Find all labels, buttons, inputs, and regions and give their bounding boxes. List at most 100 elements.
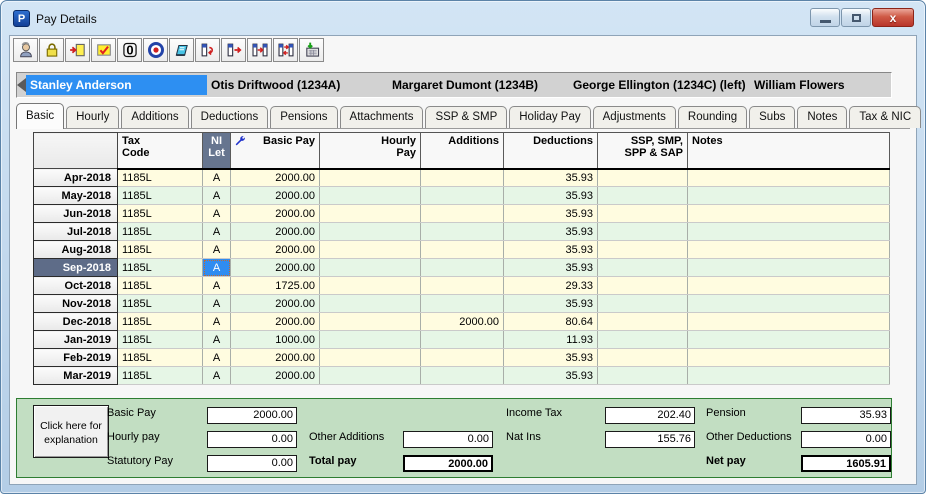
basic-pay-cell[interactable]: 2000.00 xyxy=(231,313,320,331)
notes-cell[interactable] xyxy=(688,277,890,295)
ni-letter-cell[interactable]: A xyxy=(203,331,231,349)
tab[interactable]: Tax & NIC xyxy=(849,106,921,128)
deductions-cell[interactable]: 35.93 xyxy=(504,205,598,223)
additions-cell[interactable] xyxy=(421,187,504,205)
income-tax-field[interactable]: 202.40 xyxy=(605,407,695,424)
tab[interactable]: Rounding xyxy=(678,106,747,128)
tab[interactable]: Pensions xyxy=(270,106,337,128)
ni-letter-cell[interactable]: A xyxy=(203,169,231,187)
month-row-header[interactable]: Oct-2018 xyxy=(34,277,118,295)
basic-pay-cell[interactable]: 2000.00 xyxy=(231,349,320,367)
month-row-header[interactable]: May-2018 xyxy=(34,187,118,205)
notes-cell[interactable] xyxy=(688,259,890,277)
ni-letter-cell[interactable]: A xyxy=(203,259,231,277)
basic-pay-cell[interactable]: 2000.00 xyxy=(231,295,320,313)
deductions-cell[interactable]: 35.93 xyxy=(504,259,598,277)
basic-pay-cell[interactable]: 2000.00 xyxy=(231,259,320,277)
nat-ins-field[interactable]: 155.76 xyxy=(605,431,695,448)
additions-cell[interactable] xyxy=(421,223,504,241)
ni-letter-cell[interactable]: A xyxy=(203,313,231,331)
deductions-cell[interactable]: 35.93 xyxy=(504,223,598,241)
hourly-pay-cell[interactable] xyxy=(320,295,421,313)
additions-cell[interactable] xyxy=(421,295,504,313)
tab[interactable]: Basic xyxy=(16,103,64,129)
additions-cell[interactable]: 2000.00 xyxy=(421,313,504,331)
minimize-button[interactable] xyxy=(810,8,840,27)
other-additions-field[interactable]: 0.00 xyxy=(403,431,493,448)
zero-icon[interactable]: 0 xyxy=(117,38,142,62)
notes-cell[interactable] xyxy=(688,367,890,385)
ssp-smp-cell[interactable] xyxy=(598,331,688,349)
ni-letter-cell[interactable]: A xyxy=(203,241,231,259)
month-row-header[interactable]: Dec-2018 xyxy=(34,313,118,331)
month-row-header[interactable]: Jul-2018 xyxy=(34,223,118,241)
tax-code-cell[interactable]: 1185L xyxy=(118,295,203,313)
additions-cell[interactable] xyxy=(421,349,504,367)
deductions-cell[interactable]: 35.93 xyxy=(504,295,598,313)
deductions-cell[interactable]: 29.33 xyxy=(504,277,598,295)
month-row-header[interactable]: Feb-2019 xyxy=(34,349,118,367)
basic-pay-cell[interactable]: 2000.00 xyxy=(231,223,320,241)
deductions-cell[interactable]: 35.93 xyxy=(504,349,598,367)
month-row-header[interactable]: Jun-2018 xyxy=(34,205,118,223)
explanation-button[interactable]: Click here for explanation xyxy=(33,405,109,458)
tax-code-cell[interactable]: 1185L xyxy=(118,241,203,259)
deductions-cell[interactable]: 35.93 xyxy=(504,367,598,385)
tab[interactable]: Deductions xyxy=(191,106,269,128)
tab[interactable]: Attachments xyxy=(340,106,424,128)
notes-cell[interactable] xyxy=(688,295,890,313)
tax-code-cell[interactable]: 1185L xyxy=(118,277,203,295)
ni-letter-cell[interactable]: A xyxy=(203,367,231,385)
ni-letter-cell[interactable]: A xyxy=(203,187,231,205)
notebook-icon[interactable] xyxy=(169,38,194,62)
net-pay-field[interactable]: 1605.91 xyxy=(801,455,891,472)
month-row-header[interactable]: Nov-2018 xyxy=(34,295,118,313)
notes-cell[interactable] xyxy=(688,331,890,349)
notes-cell[interactable] xyxy=(688,313,890,331)
tax-code-cell[interactable]: 1185L xyxy=(118,259,203,277)
previous-employee-button[interactable] xyxy=(17,73,26,97)
basic-pay-cell[interactable]: 2000.00 xyxy=(231,205,320,223)
additions-cell[interactable] xyxy=(421,241,504,259)
hourly-pay-cell[interactable] xyxy=(320,277,421,295)
deductions-cell[interactable]: 35.93 xyxy=(504,169,598,187)
notes-cell[interactable] xyxy=(688,223,890,241)
employee-tab[interactable]: Stanley Anderson xyxy=(26,75,207,95)
ssp-smp-cell[interactable] xyxy=(598,367,688,385)
additions-cell[interactable] xyxy=(421,331,504,349)
ssp-smp-cell[interactable] xyxy=(598,223,688,241)
restore-button[interactable] xyxy=(841,8,871,27)
month-row-header[interactable]: Aug-2018 xyxy=(34,241,118,259)
employee-tab[interactable]: George Ellington (1234C) (left) xyxy=(569,75,750,95)
tab[interactable]: Holiday Pay xyxy=(509,106,590,128)
tax-code-cell[interactable]: 1185L xyxy=(118,187,203,205)
notes-cell[interactable] xyxy=(688,241,890,259)
notes-cell[interactable] xyxy=(688,205,890,223)
tax-code-cell[interactable]: 1185L xyxy=(118,223,203,241)
employee-tab[interactable]: Margaret Dumont (1234B) xyxy=(388,75,569,95)
ssp-smp-cell[interactable] xyxy=(598,241,688,259)
deductions-cell[interactable]: 35.93 xyxy=(504,241,598,259)
employee-icon[interactable] xyxy=(13,38,38,62)
additions-cell[interactable] xyxy=(421,277,504,295)
columns-transfer-icon[interactable] xyxy=(247,38,272,62)
tab[interactable]: Subs xyxy=(749,106,795,128)
ni-letter-cell[interactable]: A xyxy=(203,223,231,241)
additions-cell[interactable] xyxy=(421,367,504,385)
month-row-header[interactable]: Jan-2019 xyxy=(34,331,118,349)
basic-pay-cell[interactable]: 2000.00 xyxy=(231,241,320,259)
calculator-import-icon[interactable] xyxy=(299,38,324,62)
deductions-cell[interactable]: 35.93 xyxy=(504,187,598,205)
envelope-check-icon[interactable] xyxy=(91,38,116,62)
ssp-smp-cell[interactable] xyxy=(598,349,688,367)
hourly-pay-cell[interactable] xyxy=(320,223,421,241)
other-deductions-field[interactable]: 0.00 xyxy=(801,431,891,448)
ssp-smp-cell[interactable] xyxy=(598,259,688,277)
notes-cell[interactable] xyxy=(688,187,890,205)
additions-cell[interactable] xyxy=(421,259,504,277)
ni-letter-cell[interactable]: A xyxy=(203,277,231,295)
tax-code-cell[interactable]: 1185L xyxy=(118,313,203,331)
hourly-pay-cell[interactable] xyxy=(320,241,421,259)
basic-pay-cell[interactable]: 2000.00 xyxy=(231,187,320,205)
basic-pay-cell[interactable]: 1725.00 xyxy=(231,277,320,295)
